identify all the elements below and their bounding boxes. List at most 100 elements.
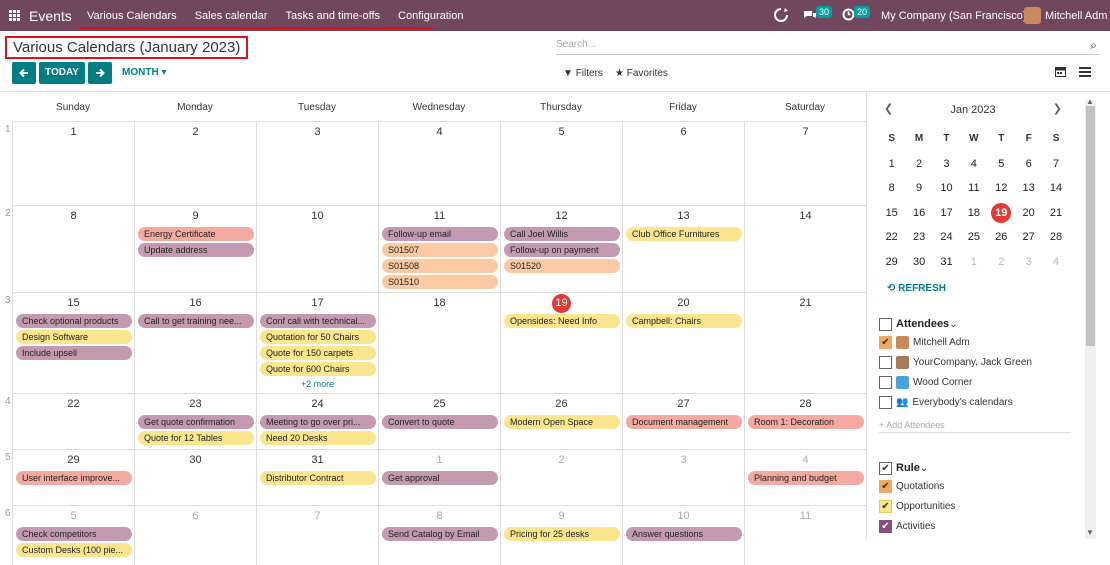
calendar-event[interactable]: User interface improve... [16, 471, 132, 485]
mini-day[interactable]: 14 [1042, 176, 1069, 201]
calendar-event[interactable]: Quote for 150 carpets [260, 346, 376, 360]
day-cell[interactable]: 24 Meeting to go over pri... Need 20 Desks [256, 393, 378, 449]
day-cell[interactable]: 20 Campbell: Chairs [622, 292, 744, 393]
more-events-link[interactable]: +2 more [257, 379, 378, 389]
day-cell[interactable]: 31 Distributor Contract [256, 449, 378, 505]
calendar-event[interactable]: Club Office Furnitures [626, 227, 742, 241]
day-cell[interactable]: 18 [378, 292, 500, 393]
mini-day[interactable]: 31 [933, 250, 960, 275]
day-cell[interactable]: 9 Pricing for 25 desks [500, 505, 622, 565]
calendar-event[interactable]: Conf call with technical... [260, 314, 376, 328]
day-number[interactable]: 3 [623, 454, 744, 466]
day-number[interactable]: 26 [501, 398, 622, 410]
day-cell[interactable]: 19 Opensides: Need Info [500, 292, 622, 393]
mini-day[interactable]: 1 [960, 250, 987, 275]
day-number[interactable]: 21 [745, 297, 866, 309]
attendees-toggle-checkbox[interactable] [879, 318, 892, 331]
sidebar-scrollbar[interactable]: ▲ ▼ [1085, 97, 1096, 539]
calendar-event[interactable]: S01508 [382, 259, 498, 273]
day-cell[interactable]: 13 Club Office Furnitures [622, 205, 744, 292]
calendar-event[interactable]: Custom Desks (100 pie... [16, 543, 132, 557]
calendar-event[interactable]: Convert to quote [382, 415, 498, 429]
day-cell[interactable]: 2 [134, 121, 256, 205]
mini-day[interactable]: 2 [988, 250, 1015, 275]
calendar-event[interactable]: Planning and budget [748, 471, 864, 485]
mini-day[interactable]: 17 [933, 201, 960, 226]
mini-day[interactable]: 1 [878, 152, 905, 177]
calendar-event[interactable]: Call Joel Willis [504, 227, 620, 241]
calendar-event[interactable]: S01510 [382, 275, 498, 289]
day-number[interactable]: 25 [379, 398, 500, 410]
mini-day[interactable]: 29 [878, 250, 905, 275]
day-cell[interactable]: 8 [12, 205, 134, 292]
day-cell[interactable]: 7 [256, 505, 378, 565]
mini-day[interactable]: 2 [905, 152, 932, 177]
mini-day[interactable]: 27 [1015, 225, 1042, 250]
day-cell[interactable]: 22 [12, 393, 134, 449]
mini-day[interactable]: 7 [1042, 152, 1069, 177]
day-number[interactable]: 12 [501, 210, 622, 222]
mini-day[interactable]: 10 [933, 176, 960, 201]
scale-dropdown[interactable]: MONTH ▾ [122, 67, 166, 78]
day-number[interactable]: 29 [13, 454, 134, 466]
day-number[interactable]: 27 [623, 398, 744, 410]
day-number[interactable]: 1 [13, 126, 134, 138]
day-number[interactable]: 7 [745, 126, 866, 138]
calendar-event[interactable]: Meeting to go over pri... [260, 415, 376, 429]
day-number[interactable]: 2 [501, 454, 622, 466]
day-number[interactable]: 3 [257, 126, 378, 138]
day-number[interactable]: 7 [257, 510, 378, 522]
mini-day[interactable]: 13 [1015, 176, 1042, 201]
mini-day[interactable]: 20 [1015, 201, 1042, 226]
day-cell[interactable]: 29 User interface improve... [12, 449, 134, 505]
rule-toggle-checkbox[interactable]: ✔ [879, 462, 892, 475]
day-number[interactable]: 6 [135, 510, 256, 522]
attendee-checkbox[interactable] [879, 356, 892, 369]
day-number[interactable]: 20 [623, 297, 744, 309]
day-number[interactable]: 8 [13, 210, 134, 222]
calendar-event[interactable]: Need 20 Desks [260, 431, 376, 445]
day-number[interactable]: 8 [379, 510, 500, 522]
day-cell[interactable]: 2 [500, 449, 622, 505]
mini-day[interactable]: 22 [878, 225, 905, 250]
day-cell[interactable]: 21 [744, 292, 866, 393]
calendar-event[interactable]: Campbell: Chairs [626, 314, 742, 328]
day-number[interactable]: 24 [257, 398, 378, 410]
day-number[interactable]: 6 [623, 126, 744, 138]
day-cell[interactable]: 3 [622, 449, 744, 505]
day-cell[interactable]: 1 [12, 121, 134, 205]
calendar-event[interactable]: Get quote confirmation [138, 415, 254, 429]
day-number[interactable]: 4 [379, 126, 500, 138]
calendar-event[interactable]: Follow-up email [382, 227, 498, 241]
day-cell[interactable]: 17 Conf call with technical... Quotation f… [256, 292, 378, 393]
list-view-icon[interactable] [1079, 64, 1091, 80]
day-number[interactable]: 1 [379, 454, 500, 466]
day-number[interactable]: 28 [745, 398, 866, 410]
previous-button[interactable] [12, 62, 36, 84]
day-number[interactable]: 9 [501, 510, 622, 522]
day-number[interactable]: 2 [135, 126, 256, 138]
day-cell[interactable]: 8 Send Catalog by Email [378, 505, 500, 565]
day-cell[interactable]: 10 [256, 205, 378, 292]
day-number[interactable]: 10 [257, 210, 378, 222]
mini-day[interactable]: 21 [1042, 201, 1069, 226]
day-cell[interactable]: 4 Planning and budget [744, 449, 866, 505]
day-number[interactable]: 4 [745, 454, 866, 466]
day-number[interactable]: 18 [379, 297, 500, 309]
day-cell[interactable]: 10 Answer questions [622, 505, 744, 565]
day-cell[interactable]: 12 Call Joel Willis Follow-up on payment S0… [500, 205, 622, 292]
mini-day[interactable]: 3 [933, 152, 960, 177]
mini-prev-icon[interactable]: ❮ [884, 102, 893, 115]
mini-day[interactable]: 3 [1015, 250, 1042, 275]
day-number[interactable]: 15 [13, 297, 134, 309]
search-input[interactable]: Search... ⌕ [556, 35, 1099, 55]
next-button[interactable] [88, 62, 112, 84]
day-cell[interactable]: 26 Modern Open Space [500, 393, 622, 449]
day-cell[interactable]: 7 [744, 121, 866, 205]
mini-day[interactable]: 8 [878, 176, 905, 201]
mini-day[interactable]: 15 [878, 201, 905, 226]
day-number[interactable]: 5 [501, 126, 622, 138]
calendar-event[interactable]: Design Software [16, 330, 132, 344]
attendee-everybody[interactable]: 👥 Everybody's calendars [879, 396, 1013, 409]
calendar-event[interactable]: Document management [626, 415, 742, 429]
